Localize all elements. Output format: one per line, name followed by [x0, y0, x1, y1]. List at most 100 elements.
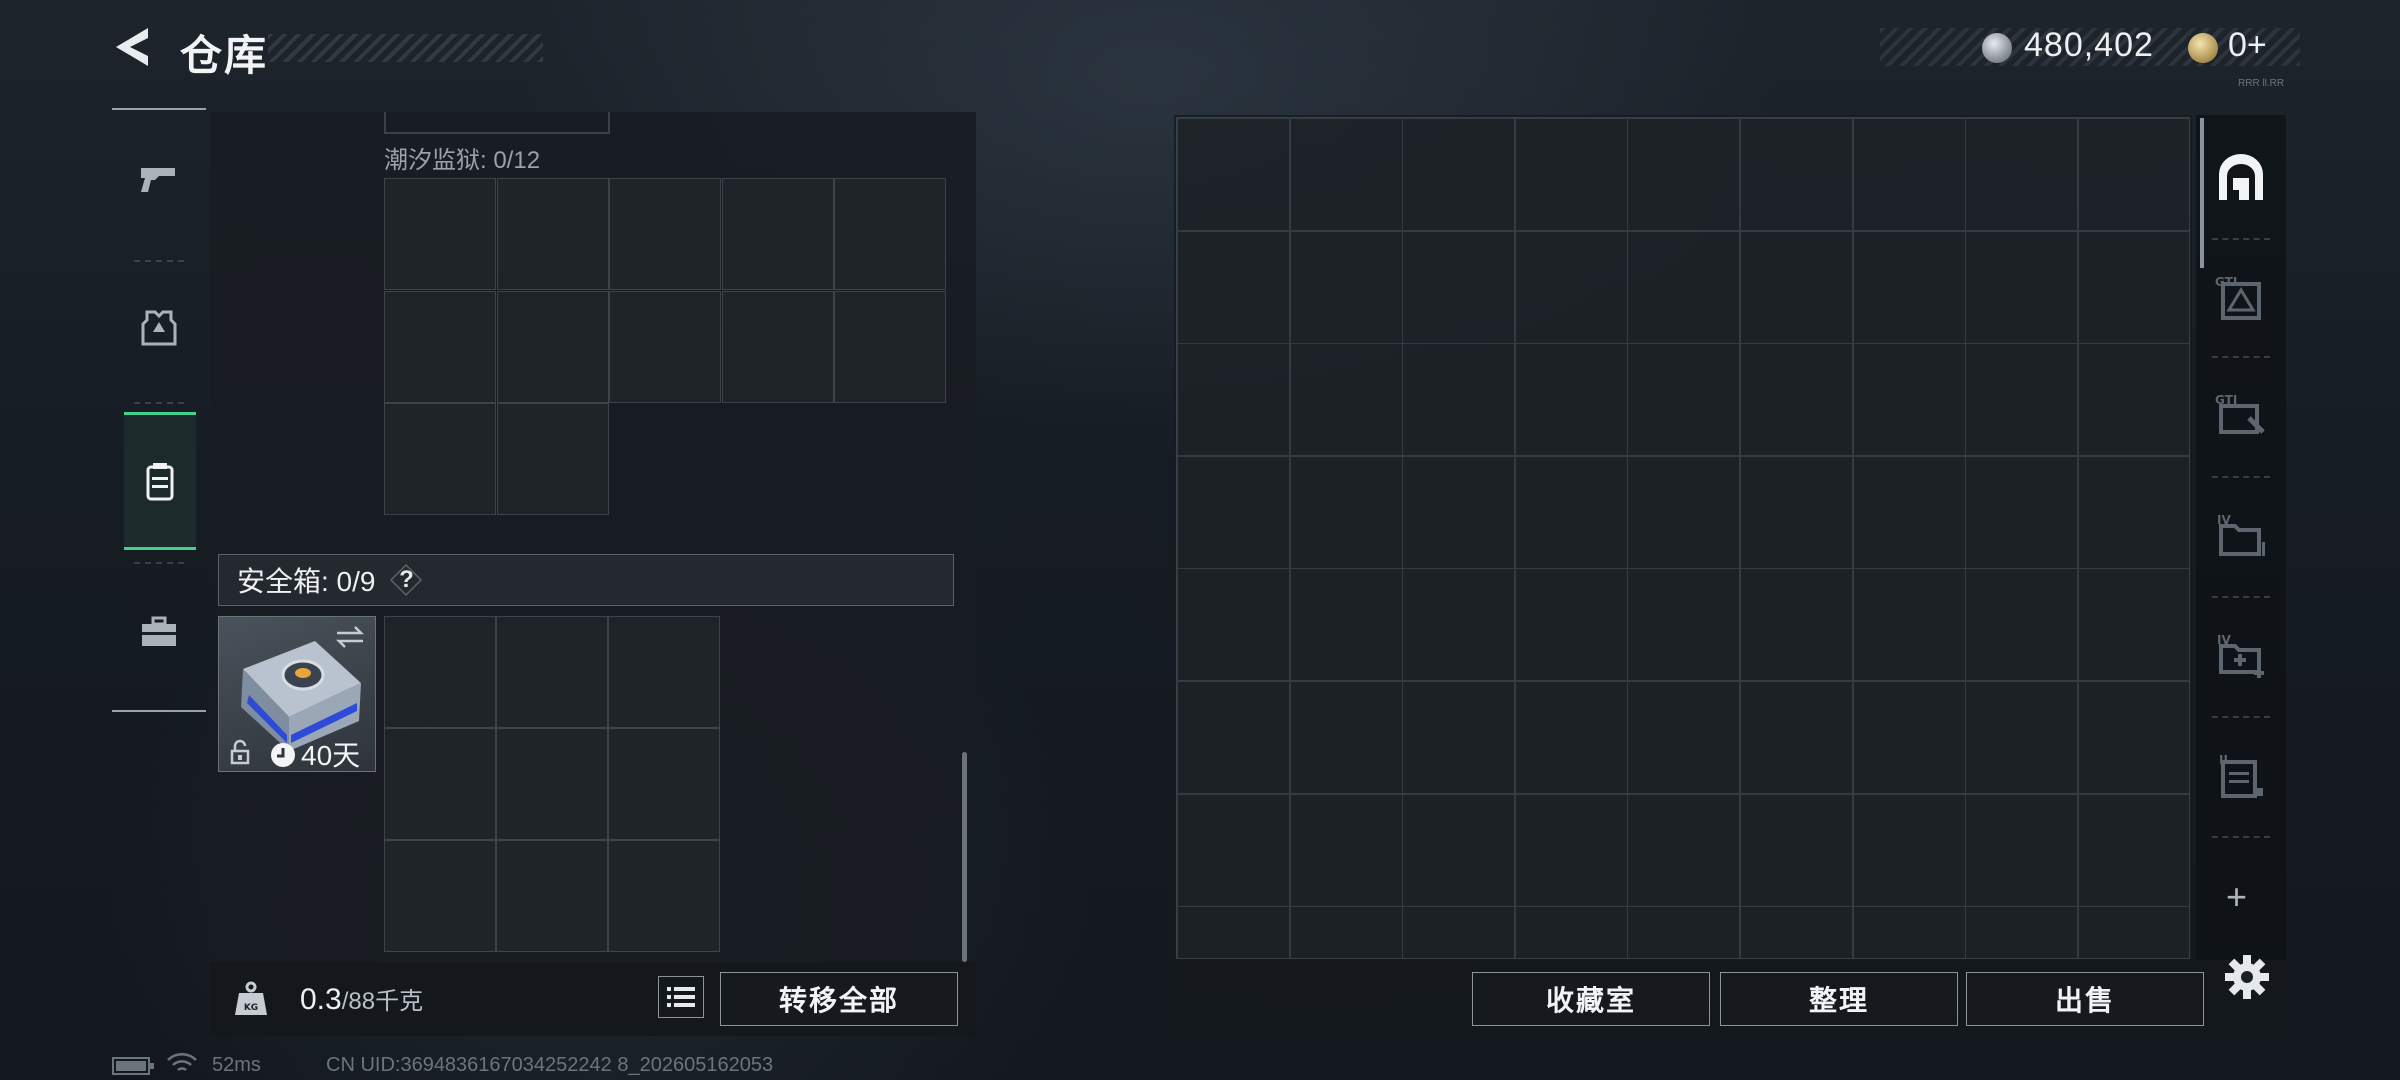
- warehouse-slot[interactable]: [1965, 906, 2079, 958]
- warehouse-slot[interactable]: [1965, 681, 2079, 794]
- warehouse-slot[interactable]: [1740, 118, 1853, 231]
- safebox-slot[interactable]: [608, 616, 720, 728]
- warehouse-slot[interactable]: [1289, 230, 1403, 344]
- warehouse-slot[interactable]: [1740, 568, 1853, 682]
- warehouse-slot[interactable]: [1852, 118, 1966, 231]
- premium-amount[interactable]: 0+: [2228, 26, 2267, 65]
- warehouse-slot[interactable]: [1402, 568, 1516, 682]
- warehouse-slot[interactable]: [1514, 568, 1628, 682]
- warehouse-slot[interactable]: [1514, 793, 1628, 907]
- collection-room-button[interactable]: 收藏室: [1472, 972, 1710, 1026]
- sidebar-item-toolbox[interactable]: [112, 572, 206, 692]
- warehouse-slot[interactable]: [1965, 793, 2079, 907]
- warehouse-slot[interactable]: [1627, 343, 1741, 457]
- warehouse-slot[interactable]: [1402, 906, 1516, 958]
- warehouse-slot[interactable]: [1740, 343, 1853, 457]
- warehouse-slot[interactable]: [1402, 681, 1516, 794]
- transfer-all-button[interactable]: 转移全部: [720, 972, 958, 1026]
- container-slot[interactable]: [609, 178, 721, 290]
- warehouse-slot[interactable]: [1514, 906, 1628, 958]
- container-slot[interactable]: [384, 290, 496, 403]
- warehouse-slot[interactable]: [2077, 343, 2189, 457]
- warehouse-slot[interactable]: [1514, 343, 1628, 457]
- warehouse-slot[interactable]: [1289, 906, 1403, 958]
- tab-main-storage[interactable]: [2200, 120, 2282, 236]
- safebox-slot[interactable]: [608, 840, 720, 952]
- safebox-slot[interactable]: [496, 728, 608, 840]
- warehouse-slot[interactable]: [2077, 118, 2189, 231]
- warehouse-slot[interactable]: [1627, 793, 1741, 907]
- warehouse-slot[interactable]: [1740, 906, 1853, 958]
- container-slot[interactable]: [834, 178, 946, 290]
- container-slot[interactable]: [384, 403, 496, 515]
- warehouse-slot[interactable]: [1177, 343, 1290, 457]
- safebox-slot[interactable]: [384, 728, 496, 840]
- warehouse-slot[interactable]: [1852, 681, 1966, 794]
- warehouse-slot[interactable]: [1965, 343, 2079, 457]
- swap-icon[interactable]: [333, 623, 367, 651]
- warehouse-slot[interactable]: [1289, 681, 1403, 794]
- warehouse-slot[interactable]: [1402, 343, 1516, 457]
- sidebar-item-armor[interactable]: [112, 268, 206, 388]
- warehouse-slot[interactable]: [1965, 230, 2079, 344]
- warehouse-slot[interactable]: [1627, 118, 1741, 231]
- warehouse-slot[interactable]: [1627, 568, 1741, 682]
- warehouse-slot[interactable]: [2077, 906, 2189, 958]
- container-slot[interactable]: [721, 178, 834, 290]
- warehouse-slot[interactable]: [1740, 455, 1853, 569]
- list-view-button[interactable]: [658, 976, 704, 1018]
- warehouse-slot[interactable]: [1177, 906, 1290, 958]
- warehouse-slot[interactable]: [2077, 230, 2189, 344]
- warehouse-slot[interactable]: [2077, 793, 2189, 907]
- warehouse-slot[interactable]: [1177, 118, 1290, 231]
- safebox-slot[interactable]: [496, 616, 608, 728]
- safebox-slot[interactable]: [496, 840, 608, 952]
- warehouse-slot[interactable]: [1402, 455, 1516, 569]
- container-slot[interactable]: [496, 178, 609, 290]
- tab-storage-6[interactable]: II: [2200, 718, 2282, 834]
- warehouse-slot[interactable]: [1852, 230, 1966, 344]
- container-slot[interactable]: [834, 290, 946, 403]
- warehouse-slot[interactable]: [1177, 793, 1290, 907]
- safebox-slot[interactable]: [608, 728, 720, 840]
- warehouse-slot[interactable]: [1177, 455, 1290, 569]
- warehouse-slot[interactable]: [2077, 568, 2189, 682]
- back-button[interactable]: [108, 22, 158, 72]
- warehouse-slot[interactable]: [1514, 455, 1628, 569]
- warehouse-slot[interactable]: [1514, 118, 1628, 231]
- warehouse-slot[interactable]: [1289, 118, 1403, 231]
- warehouse-slot[interactable]: [1965, 118, 2079, 231]
- tab-storage-2[interactable]: GTI: [2200, 240, 2282, 356]
- sidebar-item-backpack[interactable]: [124, 412, 196, 550]
- settings-gear-icon[interactable]: [2222, 952, 2272, 1002]
- warehouse-slot[interactable]: [1740, 793, 1853, 907]
- container-slot[interactable]: [721, 290, 834, 403]
- warehouse-slot[interactable]: [1177, 230, 1290, 344]
- warehouse-slot[interactable]: [1965, 568, 2079, 682]
- warehouse-slot[interactable]: [1740, 230, 1853, 344]
- tab-storage-4[interactable]: IV: [2200, 478, 2282, 594]
- warehouse-slot[interactable]: [1627, 230, 1741, 344]
- warehouse-slot[interactable]: [1289, 455, 1403, 569]
- warehouse-slot[interactable]: [1402, 118, 1516, 231]
- warehouse-slot[interactable]: [1402, 793, 1516, 907]
- warehouse-slot[interactable]: [1514, 681, 1628, 794]
- warehouse-slot[interactable]: [2077, 455, 2189, 569]
- warehouse-slot[interactable]: [1289, 793, 1403, 907]
- warehouse-slot[interactable]: [1627, 681, 1741, 794]
- container-slot[interactable]: [496, 290, 609, 403]
- warehouse-slot[interactable]: [1627, 455, 1741, 569]
- container-slot[interactable]: [496, 403, 609, 515]
- warehouse-slot[interactable]: [1289, 568, 1403, 682]
- tab-storage-3[interactable]: GTI: [2200, 358, 2282, 474]
- safebox-slot[interactable]: [384, 616, 496, 728]
- warehouse-slot[interactable]: [1852, 568, 1966, 682]
- warehouse-slot[interactable]: [1402, 230, 1516, 344]
- warehouse-slot[interactable]: [1740, 681, 1853, 794]
- warehouse-slot[interactable]: [1289, 343, 1403, 457]
- warehouse-slot[interactable]: [2077, 681, 2189, 794]
- inventory-scrollbar[interactable]: [962, 752, 967, 962]
- warehouse-slot[interactable]: [1627, 906, 1741, 958]
- currency-amount[interactable]: 480,402: [2024, 26, 2154, 65]
- tab-storage-5[interactable]: IV: [2200, 598, 2282, 714]
